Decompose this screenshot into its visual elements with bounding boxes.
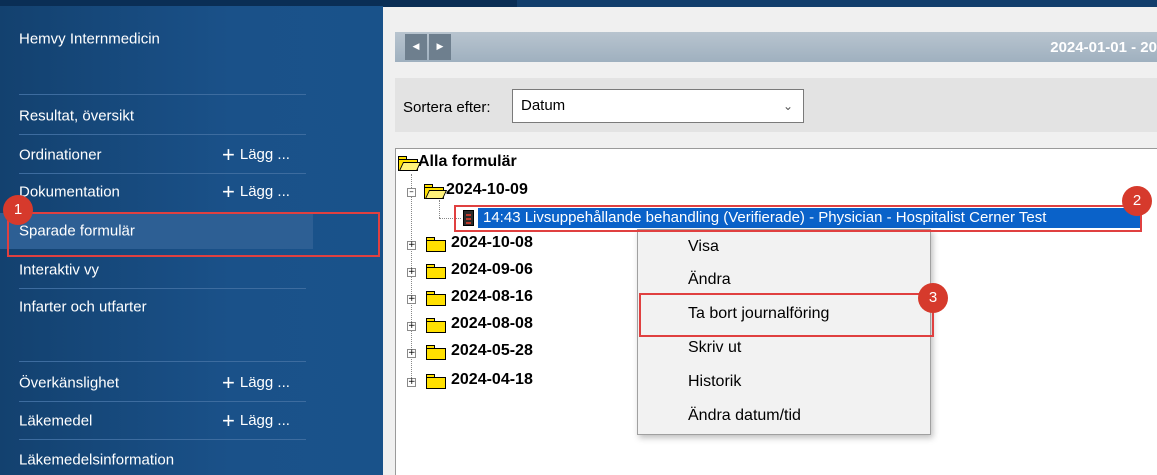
expand-icon[interactable]: + [407,322,416,331]
callout-box-2 [454,205,1142,232]
sort-toolbar: Sortera efter: Datum ⌄ [395,78,1157,132]
folder-icon [426,345,446,360]
sidebar-item-lakemedel[interactable]: Läkemedel + Lägg ... [0,402,383,439]
sidebar-item-label: Ordinationer [19,146,102,163]
sort-dropdown-value: Datum [521,97,566,114]
sidebar-divider [19,94,306,95]
plus-icon: + [222,141,235,167]
expand-icon[interactable]: + [407,241,416,250]
tree-folder-label[interactable]: 2024-10-09 [446,181,528,199]
sidebar-item-label: Infarter och utfarter [19,298,147,315]
sort-dropdown[interactable]: Datum ⌄ [512,89,804,123]
sidebar-item-lakemedelsinformation[interactable]: Läkemedelsinformation [0,441,383,475]
plus-icon: + [222,369,235,395]
folder-icon [426,374,446,389]
sidebar-item-ordinationer[interactable]: Ordinationer + Lägg ... [0,136,383,173]
date-range-text: 2024-01-01 - 20 [1050,39,1157,56]
menu-item-historik[interactable]: Historik [638,365,930,399]
sidebar-divider [19,361,306,362]
date-range-bar: ◀ ▶ 2024-01-01 - 20 [395,32,1157,62]
folder-icon [426,291,446,306]
sort-label: Sortera efter: [403,99,491,116]
tree-folder-label[interactable]: 2024-08-16 [451,288,533,306]
sidebar-item-dokumentation[interactable]: Dokumentation + Lägg ... [0,173,383,210]
tree-connector [439,200,440,218]
sidebar-item-hemvy-internmedicin[interactable]: Hemvy Internmedicin [0,20,383,57]
callout-box-3 [639,293,934,337]
folder-icon [426,237,446,252]
tree-folder-label[interactable]: 2024-04-18 [451,371,533,389]
callout-badge-2: 2 [1122,186,1152,216]
previous-arrow-icon[interactable]: ◀ [405,34,427,60]
folder-icon [426,318,446,333]
expand-icon[interactable]: + [407,378,416,387]
menu-item-andra[interactable]: Ändra [638,263,930,297]
sidebar-divider [19,439,306,440]
open-folder-icon [398,156,422,171]
callout-box-1 [7,212,380,257]
expand-icon[interactable]: + [407,268,416,277]
add-dokumentation-button[interactable]: + Lägg ... [222,179,290,205]
sidebar-divider [19,134,306,135]
next-arrow-icon[interactable]: ▶ [429,34,451,60]
add-overkanslighet-button[interactable]: + Lägg ... [222,370,290,396]
sidebar-item-label: Läkemedel [19,412,93,429]
callout-badge-1: 1 [3,195,33,225]
add-lakemedel-button[interactable]: + Lägg ... [222,408,290,434]
tree-folder-label[interactable]: 2024-09-06 [451,261,533,279]
expand-icon[interactable]: + [407,295,416,304]
add-ordination-button[interactable]: + Lägg ... [222,142,290,168]
plus-icon: + [222,178,235,204]
sidebar-item-overkanslighet[interactable]: Överkänslighet + Lägg ... [0,364,383,401]
sidebar-item-label: Överkänslighet [19,374,120,391]
menu-item-visa[interactable]: Visa [638,230,930,264]
sidebar-item-label: Resultat, översikt [19,107,135,124]
sidebar-item-label: Läkemedelsinformation [19,451,175,468]
sidebar-top-strip [0,0,383,6]
sidebar-item-label: Interaktiv vy [19,261,100,278]
chevron-down-icon: ⌄ [782,99,793,113]
tree-folder-label[interactable]: 2024-05-28 [451,342,533,360]
open-folder-icon [424,184,448,199]
tree-folder-label[interactable]: 2024-08-08 [451,315,533,333]
folder-icon [426,264,446,279]
menu-item-andra-datum-tid[interactable]: Ändra datum/tid [638,399,930,433]
expand-icon[interactable]: + [407,349,416,358]
content-top-strip [383,0,1157,7]
sidebar-item-infarter-och-utfarter[interactable]: Infarter och utfarter [0,288,383,325]
sidebar-item-label: Hemvy Internmedicin [19,30,160,47]
collapse-icon[interactable]: – [407,188,416,197]
callout-badge-3: 3 [918,283,948,313]
tree-root-label[interactable]: Alla formulär [418,153,517,171]
tree-folder-label[interactable]: 2024-10-08 [451,234,533,252]
sidebar-item-label: Dokumentation [19,183,120,200]
sidebar-item-resultat-oversikt[interactable]: Resultat, översikt [0,97,383,134]
plus-icon: + [222,407,235,433]
